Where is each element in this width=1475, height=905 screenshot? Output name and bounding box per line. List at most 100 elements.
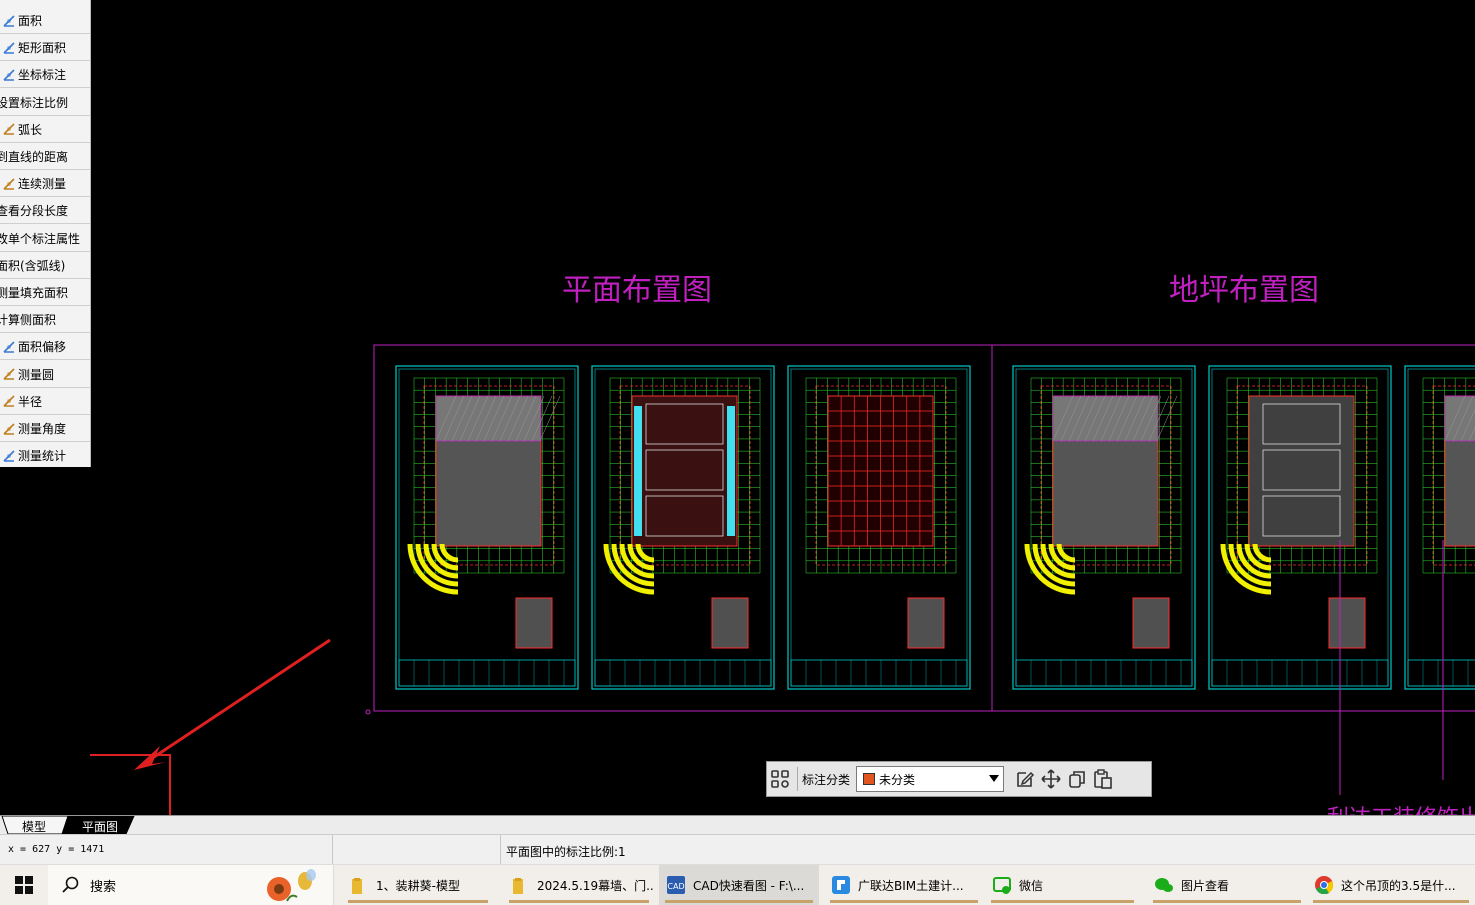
detail-box	[711, 597, 749, 649]
copy-icon[interactable]	[1064, 766, 1090, 792]
drawing-sheet	[1012, 365, 1196, 690]
room-area	[1248, 395, 1355, 547]
drawing-sheet	[1404, 365, 1475, 690]
area-icon	[3, 14, 15, 27]
taskbar-app-label: 微信	[1019, 878, 1044, 893]
taskbar-app-label: 广联达BIM土建计...	[858, 878, 964, 893]
category-select[interactable]: 未分类	[856, 766, 1005, 792]
rect-area-icon	[3, 42, 15, 54]
folder-icon	[513, 878, 523, 894]
drawing-canvas[interactable]: 平面布置图 地坪布置图 一利达工装修饰出	[90, 0, 1475, 815]
angle-icon	[3, 422, 15, 435]
taskbar-app[interactable]: 2024.5.19幕墙、门...	[503, 865, 655, 905]
flower-decoration-icon	[267, 869, 316, 902]
status-divider	[500, 835, 501, 865]
running-indicator	[1153, 900, 1301, 903]
arc-length-icon	[3, 123, 15, 136]
tool-item[interactable]: 面积偏移	[0, 334, 90, 361]
drawing-title-left: 平面布置图	[562, 273, 712, 308]
taskbar-app[interactable]: CAD CAD快速看图 - F:\...	[659, 865, 819, 905]
area-offset-icon	[3, 341, 15, 353]
circle-measure-icon	[3, 368, 15, 380]
start-button[interactable]	[0, 865, 48, 905]
detail-box	[1132, 597, 1170, 649]
grid-icon[interactable]	[767, 766, 793, 792]
wechat-image-icon	[1155, 878, 1173, 892]
tool-item[interactable]: 测量角度	[0, 416, 90, 442]
tool-item[interactable]: 弧长	[0, 117, 90, 143]
title-block	[398, 659, 576, 687]
tool-item-label: 测量圆	[18, 367, 55, 382]
search-icon	[62, 876, 79, 893]
dimension-scale-text: 平面图中的标注比例:1	[506, 845, 626, 859]
title-block	[1407, 659, 1475, 687]
tool-item[interactable]: 矩形面积	[0, 35, 90, 62]
wechat-icon	[993, 877, 1011, 894]
tool-item-label: 弧长	[18, 122, 43, 137]
taskbar-app[interactable]: 图片查看	[1147, 865, 1307, 905]
tool-item[interactable]: 查看分段长度	[0, 198, 90, 225]
cad-drawing[interactable]: 平面布置图 地坪布置图 一利达工装修饰出	[90, 0, 1475, 815]
seating-block	[727, 406, 735, 536]
edit-icon[interactable]	[1012, 766, 1038, 792]
running-indicator	[348, 900, 488, 903]
svg-text:CAD: CAD	[667, 882, 684, 891]
toolbar-separator	[797, 767, 798, 791]
tool-item[interactable]: 面积(含弧线)	[0, 253, 90, 279]
detail-box	[515, 597, 553, 649]
tool-item[interactable]: 测量填充面积	[0, 280, 90, 306]
tool-item[interactable]: 坐标标注	[0, 62, 90, 89]
taskbar-search-box[interactable]: 搜索	[48, 865, 334, 905]
tool-item[interactable]: 连续测量	[0, 171, 90, 198]
search-label: 搜索	[90, 879, 117, 895]
tool-item[interactable]: 半径	[0, 389, 90, 415]
windows-taskbar: 搜索 1、装耕葵-模型 2024.5.19幕墙、门... CAD CAD快速看图 - …	[0, 864, 1475, 905]
tool-item-label: 到直线的距离	[0, 150, 69, 164]
statistics-icon	[3, 450, 15, 462]
tool-item[interactable]: 改单个标注属性	[0, 226, 90, 252]
tab-plan[interactable]: 平面图	[82, 818, 118, 835]
tool-item-label: 测量角度	[18, 422, 67, 436]
tool-item[interactable]: 面积	[0, 8, 90, 34]
seating-block	[634, 406, 642, 536]
tool-item-label: 半径	[18, 394, 43, 409]
radius-icon	[3, 395, 15, 408]
taskbar-app[interactable]: 这个吊顶的3.5是什...	[1307, 865, 1475, 905]
partial-annotation-text: 一利达工装修饰出	[1305, 806, 1475, 815]
continuous-measure-icon	[3, 178, 15, 190]
tab-model[interactable]: 模型	[22, 818, 46, 835]
category-color-swatch	[863, 773, 876, 785]
folder-icon	[352, 878, 362, 894]
layout-tab-bar: 模型 平面图	[0, 815, 1475, 835]
tool-item[interactable]: 测量统计	[0, 443, 90, 467]
running-indicator	[830, 900, 978, 903]
drawing-sheets	[395, 365, 1475, 690]
running-indicator	[1313, 900, 1469, 903]
move-icon[interactable]	[1038, 766, 1064, 792]
title-block	[790, 659, 968, 687]
drawing-sheet	[1208, 365, 1392, 690]
tool-item[interactable]: 设置标注比例	[0, 90, 90, 116]
tool-item[interactable]: 到直线的距离	[0, 144, 90, 170]
running-indicator	[509, 900, 649, 903]
coordinate-icon	[3, 69, 15, 81]
paste-icon[interactable]	[1090, 766, 1116, 792]
taskbar-app-label: 图片查看	[1181, 878, 1230, 893]
cad-app-icon: CAD	[667, 876, 685, 894]
taskbar-app[interactable]: 1、装耕葵-模型	[342, 865, 494, 905]
title-block	[1015, 659, 1193, 687]
windows-logo-icon	[15, 876, 33, 894]
drawing-sheet	[395, 365, 579, 690]
measure-tool-panel: 面积 矩形面积 坐标标注 设置标注比例弧长到直线的距离连续测量 查看分段长度 改单个标注属…	[0, 0, 91, 467]
tool-item-label: 面积(含弧线)	[0, 258, 66, 273]
tool-item[interactable]: 测量圆	[0, 362, 90, 388]
detail-box	[907, 597, 945, 649]
frame-corner-marker	[365, 709, 371, 715]
taskbar-app[interactable]: 广联达BIM土建计...	[824, 865, 984, 905]
taskbar-app-label: 1、装耕葵-模型	[376, 878, 460, 893]
drawing-title-right: 地坪布置图	[1169, 273, 1319, 308]
taskbar-app[interactable]: 微信	[985, 865, 1140, 905]
tool-item[interactable]: 计算侧面积	[0, 307, 90, 334]
category-label: 标注分类	[802, 772, 851, 787]
running-indicator	[665, 900, 813, 903]
